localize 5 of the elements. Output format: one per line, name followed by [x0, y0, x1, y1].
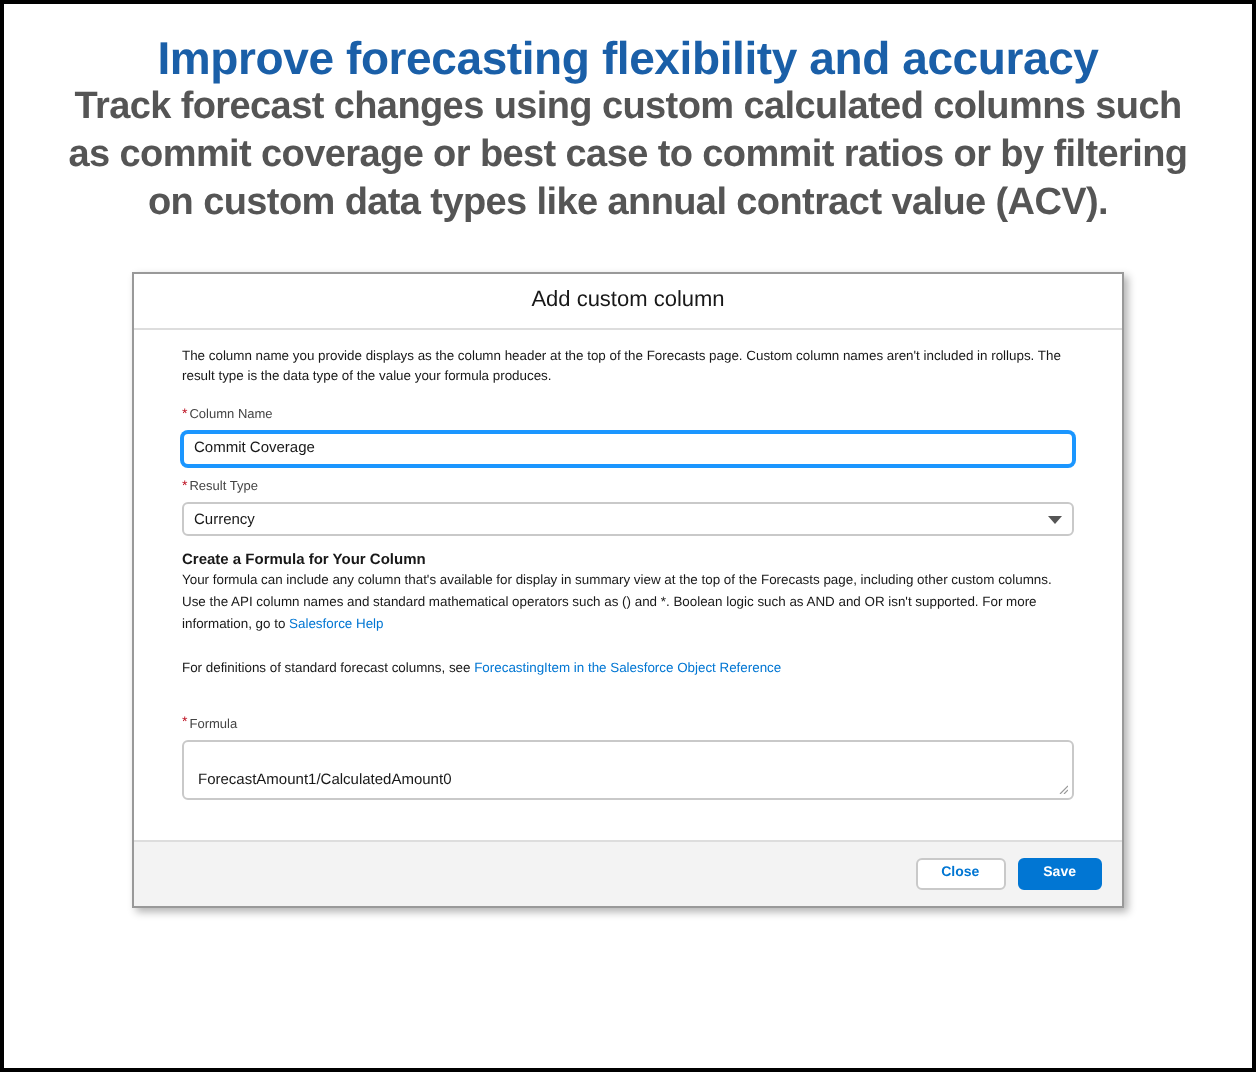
slide-heading: Improve forecasting flexibility and accuracy — [157, 32, 1099, 84]
dialog-title: Add custom column — [531, 286, 725, 317]
dropdown-caret-icon — [1048, 515, 1062, 523]
slide-subheading: Track forecast changes using custom calculated columns such as commit coverage or best case to commit ratios or by filtering on custom data types like annual contract value (ACV). — [68, 84, 1188, 228]
resize-handle-icon[interactable] — [1058, 783, 1068, 794]
